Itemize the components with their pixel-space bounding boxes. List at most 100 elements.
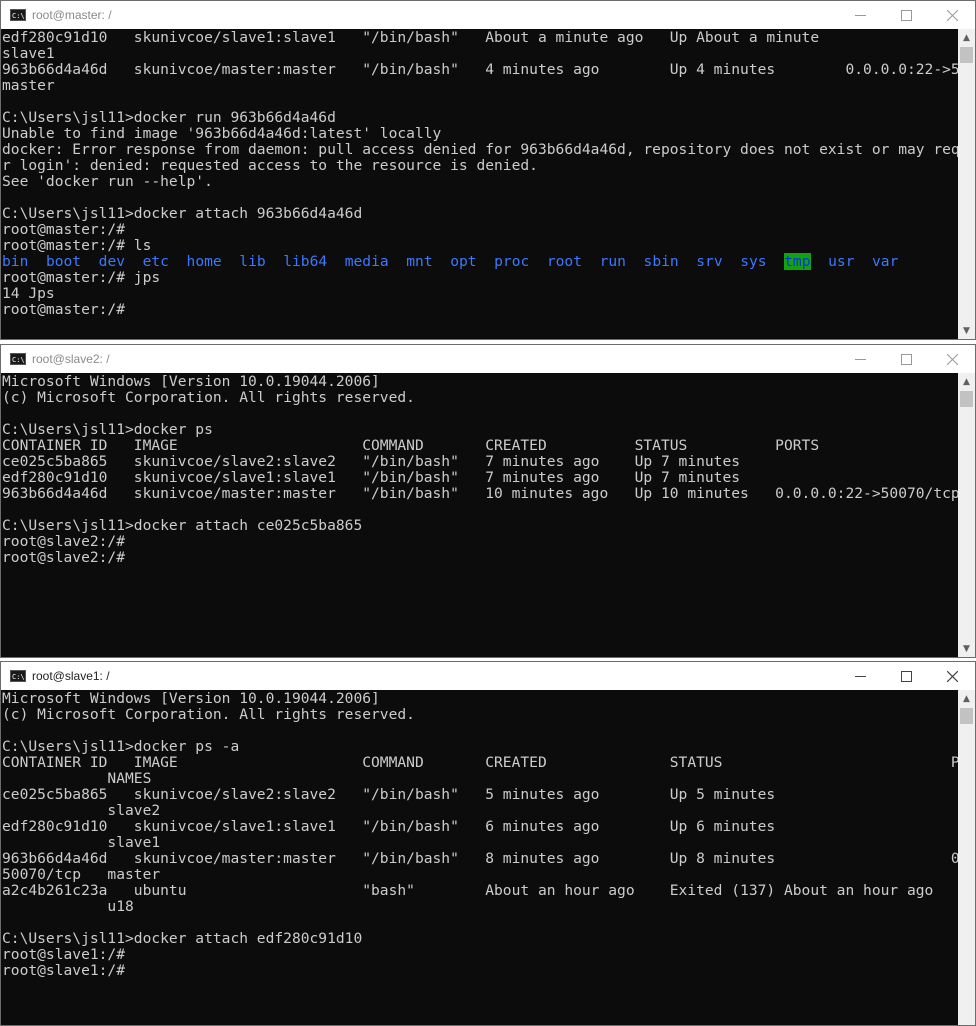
terminal-output-master[interactable]: bin boot dev etc home lib lib64 media mn… (1, 29, 975, 339)
ls-entry: sbin (643, 253, 679, 270)
ls-entry: home (186, 253, 222, 270)
terminal-line: root@slave1:/# (2, 962, 126, 979)
ls-entry: bin (2, 253, 29, 270)
terminal-output-slave2[interactable]: Microsoft Windows [Version 10.0.19044.20… (1, 373, 960, 657)
terminal-line: r login': denied: requested access to th… (2, 157, 538, 174)
ls-entry: etc (142, 253, 169, 270)
terminal-line: root@master:/# (2, 221, 126, 238)
ls-entry: proc (494, 253, 530, 270)
terminal-line: slave1 (2, 834, 161, 851)
terminal-line: slave2 (2, 802, 161, 819)
ls-entry: tmp (784, 253, 811, 270)
terminal-line: 963b66d4a46d skunivcoe/master:master "/b… (2, 485, 976, 502)
maximize-button[interactable] (883, 345, 929, 373)
terminal-line: CONTAINER ID IMAGE COMMAND CREATED STATU… (2, 754, 976, 771)
terminal-line: edf280c91d10 skunivcoe/slave1:slave1 "/b… (2, 469, 976, 486)
terminal-line: a2c4b261c23a ubuntu "bash" About an hour… (2, 882, 934, 899)
ls-entry: boot (45, 253, 82, 270)
terminal-line: C:\Users\jsl11>docker ps -a (2, 738, 240, 755)
ls-entry: lib64 (283, 253, 328, 270)
ls-entry: root (546, 253, 583, 270)
terminal-line: root@slave2:/# (2, 549, 126, 566)
window-slave1[interactable]: C:\ root@slave1: / Microsoft Windows [Ve… (0, 661, 976, 1026)
maximize-button[interactable] (883, 662, 929, 690)
titlebar-slave1[interactable]: C:\ root@slave1: / (1, 662, 975, 690)
terminal-line: Microsoft Windows [Version 10.0.19044.20… (2, 690, 380, 707)
scroll-down-icon[interactable]: ▼ (958, 322, 975, 339)
terminal-line: C:\Users\jsl11>docker attach edf280c91d1… (2, 930, 363, 947)
ls-entry: usr (828, 253, 855, 270)
terminal-line: C:\Users\jsl11>docker ps (2, 421, 213, 438)
minimize-icon (854, 14, 866, 16)
scroll-up-icon[interactable]: ▲ (958, 29, 975, 46)
scroll-thumb[interactable] (960, 47, 973, 63)
ls-entry: lib (239, 253, 266, 270)
terminal-line: 963b66d4a46d skunivcoe/master:master "/b… (2, 850, 976, 867)
window-title: root@slave2: / (32, 352, 110, 366)
titlebar-master[interactable]: C:\ root@master: / (1, 1, 975, 29)
ls-entry: dev (98, 253, 126, 270)
maximize-icon (900, 353, 912, 365)
close-icon (946, 353, 958, 365)
terminal-line: Microsoft Windows [Version 10.0.19044.20… (2, 373, 380, 390)
close-button[interactable] (929, 1, 975, 29)
terminal-line: CONTAINER ID IMAGE COMMAND CREATED STATU… (2, 437, 976, 454)
terminal-line: (c) Microsoft Corporation. All rights re… (2, 706, 415, 723)
window-slave2[interactable]: C:\ root@slave2: / Microsoft Windows [Ve… (0, 344, 976, 658)
ls-entry: mnt (406, 253, 433, 270)
terminal-line: C:\Users\jsl11>docker run 963b66d4a46d (2, 109, 336, 126)
titlebar-slave2[interactable]: C:\ root@slave2: / (1, 345, 975, 373)
close-icon (946, 9, 958, 21)
ls-entry: srv (696, 253, 723, 270)
scrollbar-slave2[interactable]: ▲ ▼ (958, 373, 975, 657)
terminal-line: root@master:/# (2, 301, 126, 318)
maximize-icon (900, 670, 912, 682)
terminal-line: ce025c5ba865 skunivcoe/slave2:slave2 "/b… (2, 453, 976, 470)
terminal-line: docker: Error response from daemon: pull… (2, 141, 976, 158)
window-title: root@slave1: / (32, 669, 110, 683)
minimize-button[interactable] (837, 662, 883, 690)
ls-entry: sys (740, 253, 767, 270)
ls-entry: media (344, 253, 389, 270)
ls-entry: run (599, 253, 626, 270)
cmd-icon: C:\ (10, 353, 26, 365)
terminal-line: edf280c91d10 skunivcoe/slave1:slave1 "/b… (2, 29, 820, 46)
terminal-line: See 'docker run --help'. (2, 173, 213, 190)
terminal-line: Unable to find image '963b66d4a46d:lates… (2, 125, 442, 142)
scroll-thumb[interactable] (960, 708, 973, 724)
scroll-down-icon[interactable]: ▼ (958, 640, 975, 657)
terminal-line: ce025c5ba865 skunivcoe/slave2:slave2 "/b… (2, 786, 776, 803)
terminal-line: 963b66d4a46d skunivcoe/master:master "/b… (2, 61, 976, 78)
terminal-line: NAMES (2, 770, 152, 787)
minimize-button[interactable] (837, 1, 883, 29)
terminal-line: C:\Users\jsl11>docker attach ce025c5ba86… (2, 517, 363, 534)
close-button[interactable] (929, 662, 975, 690)
cmd-icon: C:\ (10, 9, 26, 21)
scrollbar-master[interactable]: ▲ ▼ (958, 29, 975, 339)
window-master[interactable]: C:\ root@master: / bin boot dev etc home… (0, 0, 976, 340)
terminal-line: (c) Microsoft Corporation. All rights re… (2, 389, 415, 406)
scrollbar-slave1[interactable]: ▲ (958, 690, 975, 1025)
terminal-line: root@slave1:/# (2, 946, 126, 963)
ls-entry: opt (450, 253, 477, 270)
terminal-line: u18 (2, 898, 134, 915)
terminal-line: slave1 (2, 45, 55, 62)
scroll-thumb[interactable] (960, 391, 973, 407)
maximize-icon (900, 9, 912, 21)
terminal-line: edf280c91d10 skunivcoe/slave1:slave1 "/b… (2, 818, 776, 835)
maximize-button[interactable] (883, 1, 929, 29)
terminal-line: 14 Jps (2, 285, 55, 302)
terminal-line: root@master:/# ls (2, 237, 152, 254)
terminal-line: C:\Users\jsl11>docker attach 963b66d4a46… (2, 205, 363, 222)
ls-entry: var (872, 253, 899, 270)
terminal-line: root@master:/# jps (2, 269, 161, 286)
window-title: root@master: / (32, 8, 112, 22)
minimize-button[interactable] (837, 345, 883, 373)
minimize-icon (854, 675, 866, 677)
terminal-output-slave1[interactable]: Microsoft Windows [Version 10.0.19044.20… (1, 690, 975, 1025)
scroll-up-icon[interactable]: ▲ (958, 373, 975, 390)
close-button[interactable] (929, 345, 975, 373)
terminal-line: root@slave2:/# (2, 533, 126, 550)
scroll-up-icon[interactable]: ▲ (958, 690, 975, 707)
close-icon (946, 670, 958, 682)
